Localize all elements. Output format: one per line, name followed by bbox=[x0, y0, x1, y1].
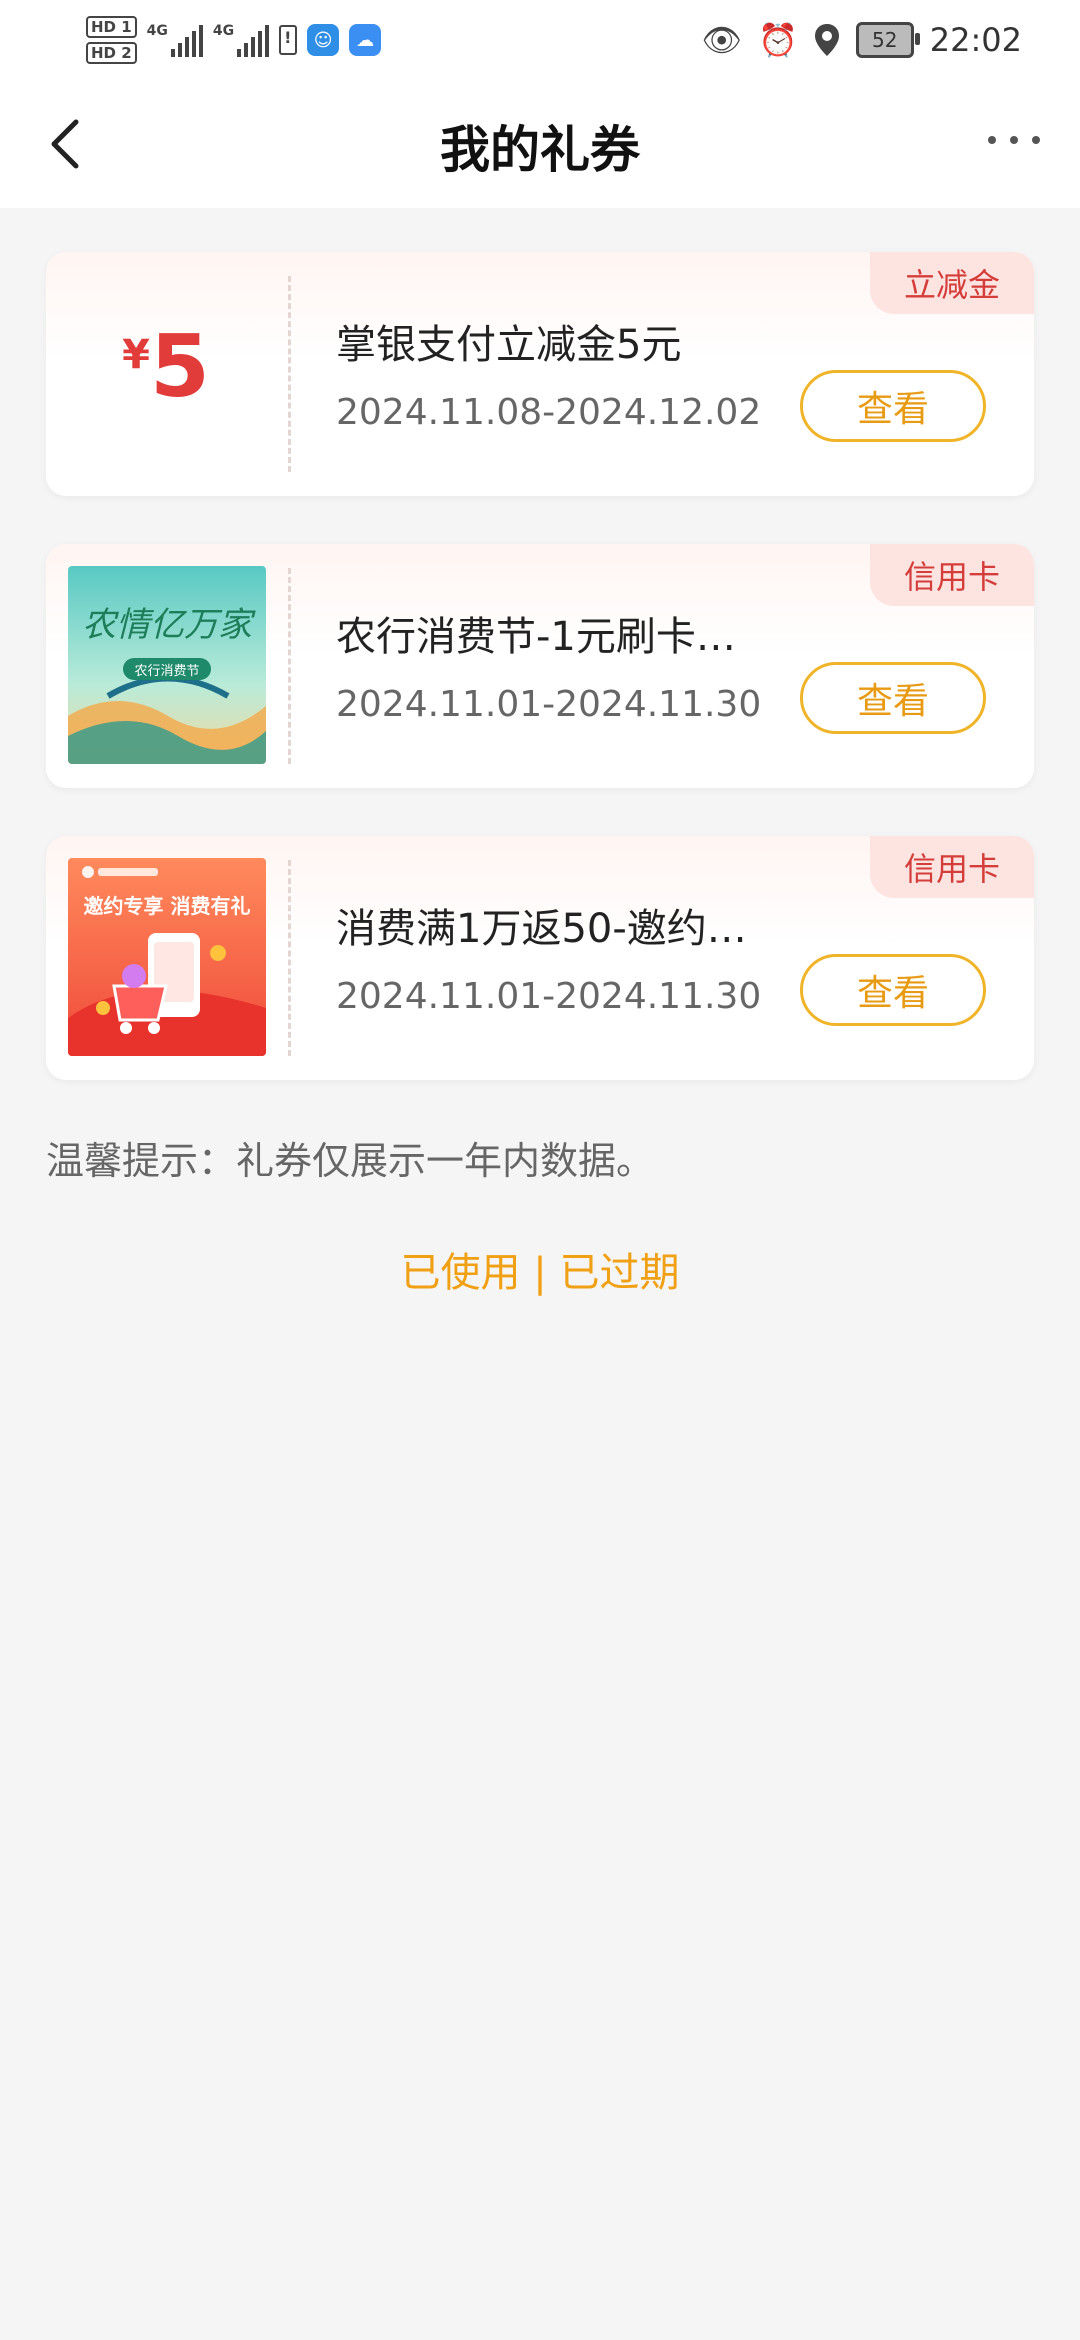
link-separator: | bbox=[533, 1250, 547, 1296]
coupon-card[interactable]: 信用卡 邀约专享 消费有礼 消费满1万返50-邀约… 2024.11.01-20… bbox=[46, 836, 1034, 1080]
coupon-value: ¥5 bbox=[66, 322, 266, 412]
network-type-1: 4G bbox=[146, 23, 168, 39]
expired-link[interactable]: 已过期 bbox=[559, 1250, 679, 1296]
used-link[interactable]: 已使用 bbox=[401, 1250, 521, 1296]
image-headline: 农情亿万家 bbox=[82, 605, 256, 645]
tip-text: 温馨提示：礼券仅展示一年内数据。 bbox=[46, 1139, 655, 1183]
app-notification-icon: ☺ bbox=[307, 24, 340, 56]
location-icon bbox=[814, 24, 839, 56]
battery-icon: 52 bbox=[855, 22, 920, 58]
coupon-title: 掌银支付立减金5元 bbox=[336, 322, 682, 368]
dashed-divider bbox=[288, 860, 291, 1056]
image-headline: 邀约专享 消费有礼 bbox=[84, 894, 251, 918]
sim2-badge: HD 2 bbox=[86, 42, 137, 64]
status-right: 👁 ⏰ 52 22:02 bbox=[701, 10, 1022, 70]
currency-symbol: ¥ bbox=[122, 332, 150, 378]
view-button[interactable]: 查看 bbox=[800, 954, 986, 1026]
network-type-2: 4G bbox=[212, 23, 235, 39]
coupon-title: 农行消费节-1元刷卡… bbox=[336, 614, 736, 660]
battery-level: 52 bbox=[872, 28, 898, 52]
signal-icon-1: 4G bbox=[147, 23, 203, 57]
coupon-tag: 立减金 bbox=[870, 252, 1034, 314]
clock: 22:02 bbox=[929, 21, 1022, 59]
view-button[interactable]: 查看 bbox=[800, 662, 986, 734]
battery-alert-icon bbox=[279, 25, 298, 55]
coupon-title: 消费满1万返50-邀约… bbox=[336, 906, 747, 952]
history-links: 已使用 | 已过期 bbox=[0, 1240, 1080, 1298]
eye-icon: 👁 bbox=[701, 21, 742, 59]
coupon-card[interactable]: 信用卡 农情亿万家 农行消费节 农行消费节-1元刷卡… 2024.11.01-2… bbox=[46, 544, 1034, 788]
coupon-date-range: 2024.11.01-2024.11.30 bbox=[336, 976, 762, 1017]
dashed-divider bbox=[288, 568, 291, 764]
cloud-notification-icon: ☁ bbox=[349, 24, 382, 56]
nav-bar: 我的礼券 bbox=[0, 80, 1080, 208]
coupon-tag: 信用卡 bbox=[870, 544, 1034, 606]
coupon-card[interactable]: 立减金 ¥5 掌银支付立减金5元 2024.11.08-2024.12.02 查… bbox=[46, 252, 1034, 496]
coupon-date-range: 2024.11.08-2024.12.02 bbox=[336, 392, 762, 433]
coupon-tag: 信用卡 bbox=[870, 836, 1034, 898]
page-title: 我的礼券 bbox=[440, 121, 640, 179]
view-button[interactable]: 查看 bbox=[800, 370, 986, 442]
sim-indicators: HD 1 HD 2 bbox=[86, 16, 137, 64]
sim1-badge: HD 1 bbox=[86, 16, 137, 38]
image-subtitle: 农行消费节 bbox=[134, 664, 199, 679]
coupon-image: 邀约专享 消费有礼 bbox=[68, 858, 266, 1056]
status-bar: HD 1 HD 2 4G 4G ☺ ☁ 👁 ⏰ 52 22:02 bbox=[0, 0, 1080, 80]
coupon-image: 农情亿万家 农行消费节 bbox=[68, 566, 266, 764]
more-options-icon[interactable] bbox=[988, 136, 1040, 144]
signal-icon-2: 4G bbox=[212, 23, 270, 57]
coupon-date-range: 2024.11.01-2024.11.30 bbox=[336, 684, 762, 725]
alarm-icon: ⏰ bbox=[757, 21, 798, 59]
coupon-amount: 5 bbox=[150, 317, 210, 417]
status-left: HD 1 HD 2 4G 4G ☺ ☁ bbox=[86, 10, 382, 70]
dashed-divider bbox=[288, 276, 291, 472]
